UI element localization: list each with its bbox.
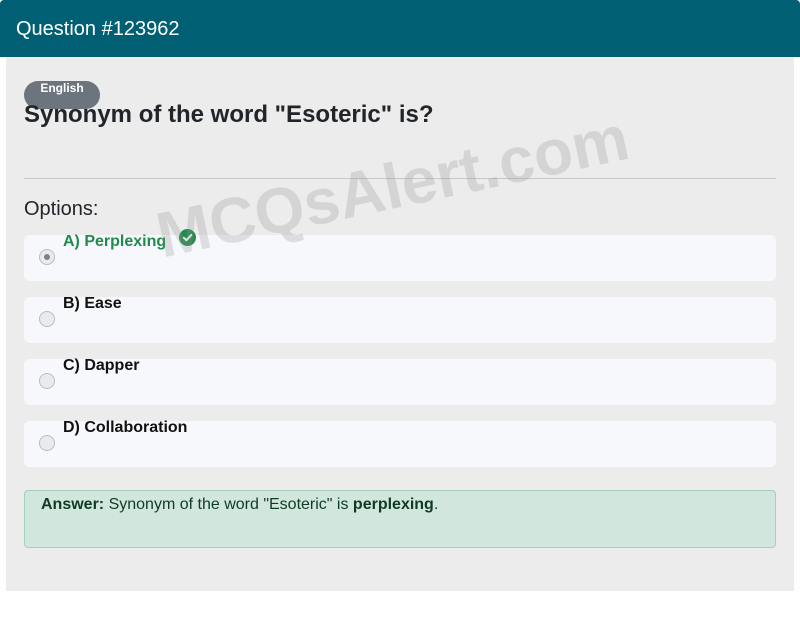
option-b[interactable]: B) Ease <box>24 295 776 343</box>
option-d-label: D) Collaboration <box>63 419 188 436</box>
divider <box>24 178 776 179</box>
question-number-title: Question #123962 <box>16 18 180 40</box>
option-c-label: C) Dapper <box>63 357 140 374</box>
answer-text: Synonym of the word "Esoteric" is <box>104 496 353 513</box>
answer-prefix: Answer: <box>41 496 105 513</box>
option-c[interactable]: C) Dapper <box>24 357 776 405</box>
question-card: English Synonym of the word "Esoteric" i… <box>6 57 794 591</box>
option-c-radio[interactable] <box>39 373 55 389</box>
option-d[interactable]: D) Collaboration <box>24 419 776 467</box>
answer-highlight: perplexing <box>352 496 434 513</box>
check-circle-icon <box>179 229 196 246</box>
option-b-radio[interactable] <box>39 311 55 327</box>
option-d-radio[interactable] <box>39 435 55 451</box>
option-b-label: B) Ease <box>63 295 122 312</box>
option-a-radio[interactable] <box>39 249 55 265</box>
option-a-label: A) Perplexing <box>63 233 167 250</box>
question-header: Question #123962 <box>0 0 800 57</box>
answer-suffix: . <box>433 496 439 513</box>
answer-box: Answer: Synonym of the word "Esoteric" i… <box>24 490 776 548</box>
options-label: Options: <box>24 198 99 220</box>
option-a[interactable]: A) Perplexing <box>24 229 776 281</box>
question-text: Synonym of the word "Esoteric" is? <box>24 101 434 128</box>
